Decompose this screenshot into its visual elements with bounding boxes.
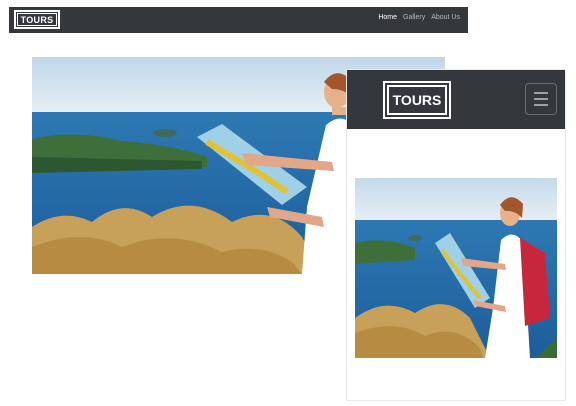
nav-menu: Home Gallery About Us [378, 14, 460, 21]
nav-item-gallery[interactable]: Gallery [403, 14, 425, 21]
nav-item-home[interactable]: Home [378, 14, 397, 21]
hamburger-icon[interactable] [525, 83, 557, 115]
nav-item-about-us[interactable]: About Us [431, 14, 460, 21]
hero-image [355, 178, 557, 358]
mobile-navbar: TOURS [347, 70, 565, 129]
logo[interactable]: TOURS [383, 81, 451, 119]
desktop-navbar: TOURS Home Gallery About Us [9, 7, 468, 33]
logo[interactable]: TOURS [14, 10, 60, 29]
